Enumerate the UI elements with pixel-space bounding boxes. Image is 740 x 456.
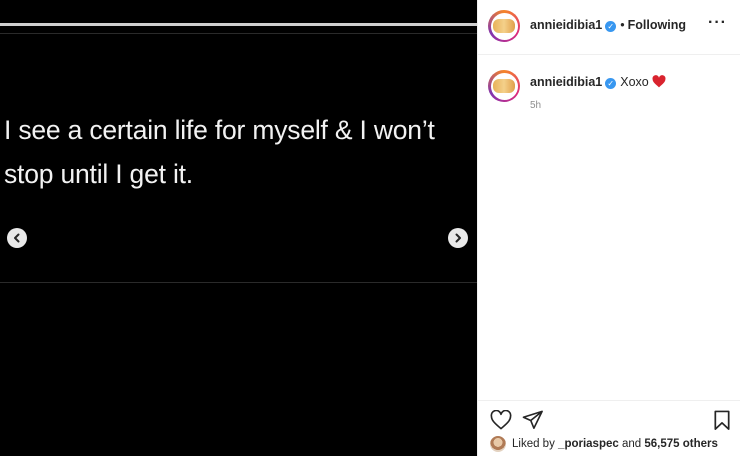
post-header: annieidibia1 ✓ • Following ··· bbox=[478, 0, 740, 55]
heart-icon bbox=[652, 75, 666, 91]
author-username-link[interactable]: annieidibia1 bbox=[530, 18, 602, 32]
like-button[interactable] bbox=[490, 409, 512, 435]
liked-by-prefix: Liked by bbox=[512, 438, 555, 450]
media-top-bar bbox=[0, 23, 477, 26]
next-slide-button[interactable] bbox=[448, 228, 468, 248]
author-avatar[interactable] bbox=[488, 10, 520, 42]
heart-outline-icon bbox=[490, 409, 512, 430]
comment-message: Xoxo bbox=[620, 75, 649, 89]
media-divider-bottom bbox=[0, 282, 477, 283]
liker-avatar[interactable] bbox=[490, 436, 506, 452]
comment-author-avatar[interactable] bbox=[488, 70, 520, 102]
post-side-panel: annieidibia1 ✓ • Following ··· annieidibia1… bbox=[477, 0, 740, 456]
media-caption-text: I see a certain life for myself & I won’… bbox=[4, 115, 435, 189]
media-divider-top bbox=[0, 33, 477, 34]
paper-plane-icon bbox=[522, 410, 543, 429]
verified-badge-icon: ✓ bbox=[605, 78, 617, 89]
author-name-row: annieidibia1 ✓ • Following bbox=[530, 18, 686, 32]
verified-badge-icon: ✓ bbox=[605, 21, 617, 32]
save-button[interactable] bbox=[713, 410, 731, 436]
chevron-left-icon bbox=[14, 233, 20, 243]
likes-summary: Liked by _poriaspec and 56,575 others bbox=[490, 436, 718, 452]
comment-username-link[interactable]: annieidibia1 bbox=[530, 75, 602, 89]
liker-username-link[interactable]: _poriaspec bbox=[558, 438, 619, 450]
comment-timestamp[interactable]: 5h bbox=[530, 100, 541, 111]
avatar-image bbox=[490, 72, 518, 100]
likes-connector: and bbox=[621, 438, 642, 450]
share-button[interactable] bbox=[522, 410, 544, 435]
comment-text-row: annieidibia1 ✓ Xoxo bbox=[530, 75, 666, 91]
post-media: I see a certain life for myself & I won’… bbox=[0, 0, 477, 456]
bookmark-icon bbox=[714, 410, 730, 430]
likes-count-link[interactable]: 56,575 others bbox=[644, 438, 718, 450]
more-horizontal-icon: ··· bbox=[708, 14, 727, 31]
more-options-button[interactable]: ··· bbox=[708, 14, 727, 32]
avatar-image bbox=[490, 12, 518, 40]
chevron-right-icon bbox=[455, 233, 461, 243]
separator-dot: • bbox=[620, 18, 625, 32]
following-button[interactable]: Following bbox=[628, 18, 686, 32]
previous-slide-button[interactable] bbox=[7, 228, 27, 248]
